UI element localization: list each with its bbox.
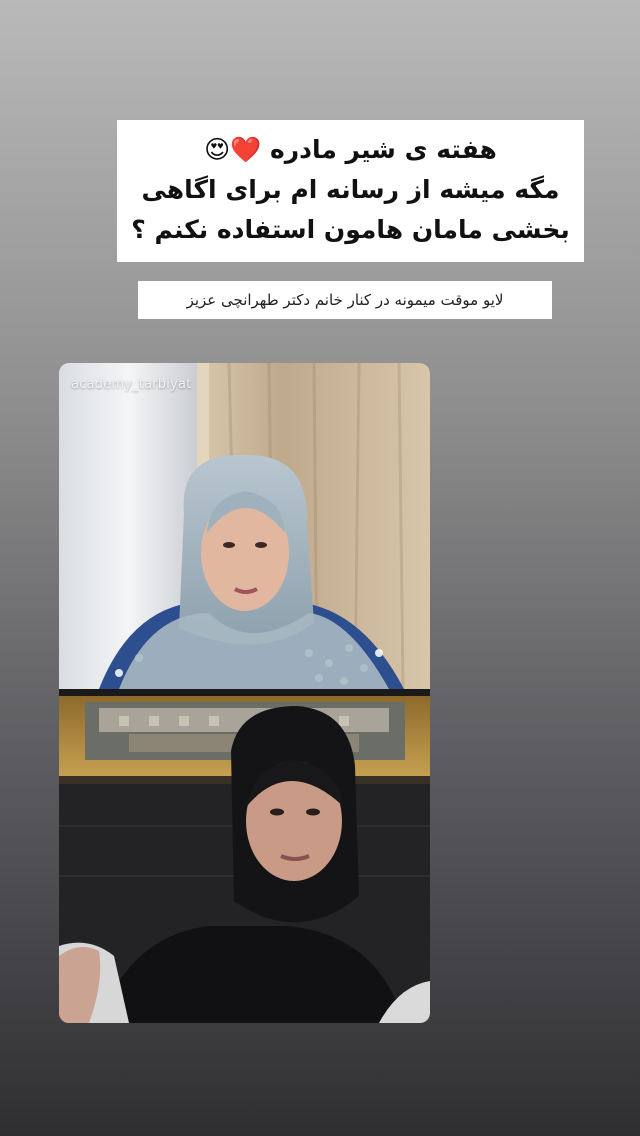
live-video-card[interactable]: academy_tarbiyat xyxy=(59,363,430,1023)
guest-video-frame xyxy=(59,363,430,689)
live-watermark: academy_tarbiyat xyxy=(71,377,192,392)
caption-line-3: بخشی مامان هامون استفاده نکنم ؟ xyxy=(131,215,570,244)
live-guest-video-top: academy_tarbiyat xyxy=(59,363,430,689)
story-caption-main: هفته ی شیر مادره ❤️😍 مگه میشه از رسانه ا… xyxy=(117,120,584,262)
caption-line-1: هفته ی شیر مادره ❤️😍 xyxy=(204,135,497,164)
story-screen: هفته ی شیر مادره ❤️😍 مگه میشه از رسانه ا… xyxy=(0,0,640,1136)
live-host-video-bottom xyxy=(59,696,430,1023)
host-video-frame xyxy=(59,696,430,1023)
caption-line-2: مگه میشه از رسانه ام برای اگاهی xyxy=(141,175,560,204)
story-caption-sub: لایو موقت میمونه در کنار خانم دکتر طهران… xyxy=(138,281,552,319)
